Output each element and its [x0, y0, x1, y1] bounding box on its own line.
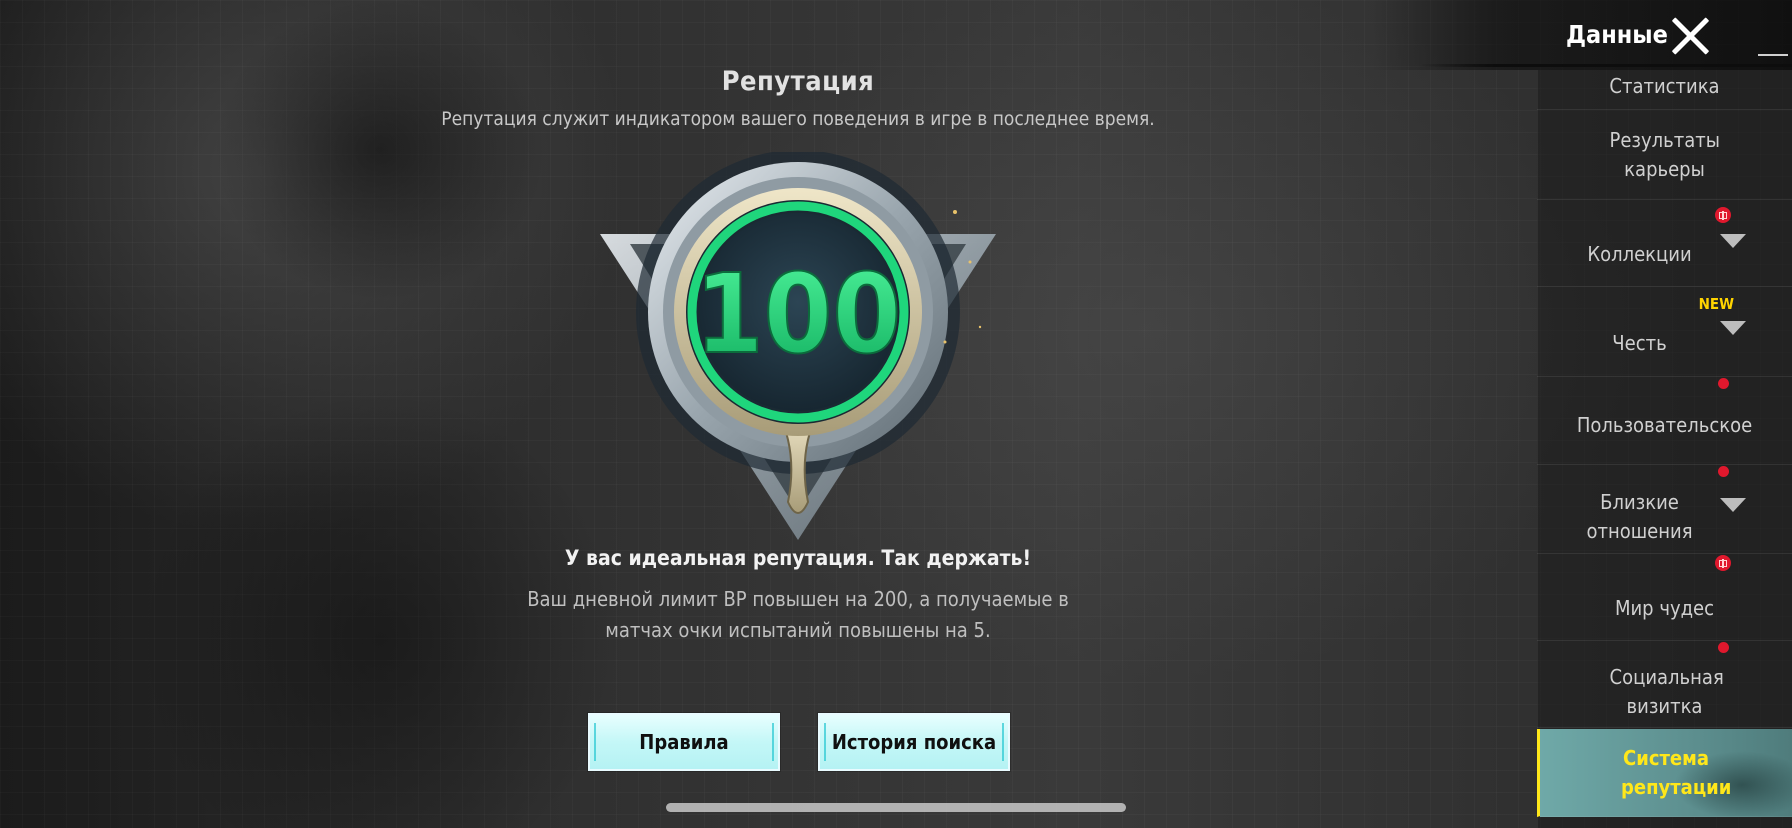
page-subtitle: Репутация служит индикатором вашего пове…	[441, 108, 1155, 130]
sidebar-item-social-card[interactable]: Социальная визитка	[1537, 642, 1792, 728]
new-badge: NEW	[1698, 295, 1734, 313]
sidebar-item-career-results[interactable]: Результаты карьеры	[1537, 111, 1792, 200]
sidebar-item-label: Результаты карьеры	[1609, 128, 1720, 181]
header-title: Данные	[1566, 20, 1668, 49]
sidebar-item-custom[interactable]: Пользовательское	[1537, 378, 1792, 465]
sidebar-item-statistics[interactable]: Статистика	[1537, 48, 1792, 110]
sidebar-item-label: Статистика	[1609, 74, 1720, 98]
sidebar-item-label: Коллекции	[1587, 242, 1692, 266]
sidebar-item-label: Честь	[1612, 330, 1667, 355]
reputation-score: 100	[695, 250, 902, 378]
sidebar-item-close-relations[interactable]: Близкие отношения	[1537, 466, 1792, 554]
chevron-down-icon[interactable]	[1720, 234, 1746, 248]
gift-badge-icon	[1715, 207, 1731, 223]
chevron-down-icon[interactable]	[1720, 321, 1746, 335]
reputation-status: У вас идеальная репутация. Так держать!	[564, 546, 1032, 570]
notification-dot	[1718, 378, 1729, 389]
sidebar-item-label: Близкие отношения	[1586, 489, 1693, 543]
sidebar-item-reputation-system[interactable]: Система репутации	[1537, 729, 1792, 817]
sidebar-item-label: Мир чудес	[1614, 596, 1715, 620]
sidebar-item-honor[interactable]: Честь NEW	[1537, 288, 1792, 377]
horizontal-scrollbar[interactable]	[666, 803, 1126, 812]
reputation-benefits: Ваш дневной лимит BP повышен на 200, а п…	[527, 587, 1069, 642]
sidebar-item-label: Система репутации	[1621, 745, 1732, 799]
rules-button[interactable]: Правила	[588, 713, 780, 771]
gift-badge-icon	[1715, 555, 1731, 571]
chevron-down-icon[interactable]	[1720, 498, 1746, 512]
sidebar-item-label: Пользовательское	[1576, 412, 1753, 437]
sidebar-item-label: Социальная визитка	[1609, 664, 1724, 718]
notification-dot	[1718, 642, 1729, 653]
page-title: Репутация	[721, 66, 875, 97]
notification-dot	[1718, 466, 1729, 477]
search-history-button[interactable]: История поиска	[818, 713, 1010, 771]
reputation-emblem: 100	[600, 152, 996, 540]
sidebar-item-collections[interactable]: Коллекции	[1537, 201, 1792, 287]
sidebar-item-wonder-world[interactable]: Мир чудес	[1537, 555, 1792, 641]
